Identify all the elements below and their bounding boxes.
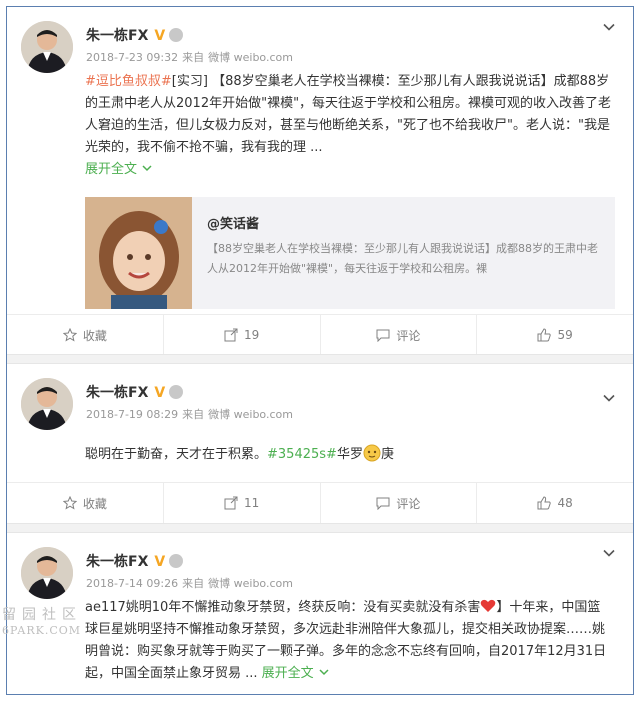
post-meta: 2018-7-23 09:32 来自 微博 weibo.com <box>86 51 293 64</box>
star-icon <box>62 496 77 510</box>
topic-link[interactable]: #35425s# <box>267 447 337 462</box>
chevron-down-icon <box>319 669 329 676</box>
verified-icon: V <box>154 385 166 401</box>
chevron-down-icon[interactable] <box>603 21 615 33</box>
member-icon <box>169 385 184 399</box>
post-source: 微博 weibo.com <box>208 51 293 64</box>
topic-link[interactable]: #逗比鱼叔叔# <box>85 74 172 89</box>
repost-button[interactable]: 11 <box>164 483 321 523</box>
thumbs-up-icon <box>537 328 552 342</box>
post-1: 朱一栋FX V 2018-7-23 09:32 来自 微博 weibo.com #逗比… <box>7 7 633 355</box>
post-actions: 收藏 19 评论 59 <box>7 314 633 355</box>
repost-icon <box>224 328 238 342</box>
emoji-icon <box>363 444 381 462</box>
card-text: 【88岁空巢老人在学校当裸模：至少那儿有人跟我说说话】成都88岁的王肃中老人从2… <box>207 242 598 275</box>
post-date[interactable]: 2018-7-14 09:26 <box>86 577 178 590</box>
favorite-button[interactable]: 收藏 <box>7 315 164 355</box>
verified-icon: V <box>154 28 166 44</box>
avatar[interactable] <box>21 21 73 73</box>
member-icon <box>169 554 184 568</box>
post-date[interactable]: 2018-7-23 09:32 <box>86 51 178 64</box>
verified-icon: V <box>154 554 166 570</box>
like-button[interactable]: 48 <box>477 483 633 523</box>
repost-card[interactable]: @笑话酱 【88岁空巢老人在学校当裸模：至少那儿有人跟我说说话】成都88岁的王肃… <box>85 197 615 309</box>
author-name[interactable]: 朱一栋FX V <box>86 551 184 571</box>
post-actions: 收藏 11 评论 48 <box>7 482 633 523</box>
avatar[interactable] <box>21 378 73 430</box>
like-button[interactable]: 59 <box>477 315 633 355</box>
comment-icon <box>376 329 390 342</box>
author-name[interactable]: 朱一栋FX V <box>86 25 184 45</box>
card-thumbnail <box>85 197 192 309</box>
comment-button[interactable]: 评论 <box>321 315 478 355</box>
favorite-button[interactable]: 收藏 <box>7 483 164 523</box>
post-source: 微博 weibo.com <box>208 408 293 421</box>
chevron-down-icon[interactable] <box>603 392 615 404</box>
comment-button[interactable]: 评论 <box>321 483 478 523</box>
watermark: 留园社区 6PARK.COM <box>2 604 112 637</box>
thumbs-up-icon <box>537 496 552 510</box>
member-icon <box>169 28 184 42</box>
post-meta: 2018-7-14 09:26 来自 微博 weibo.com <box>86 577 293 590</box>
chevron-down-icon <box>142 165 152 172</box>
repost-button[interactable]: 19 <box>164 315 321 355</box>
post-meta: 2018-7-19 08:29 来自 微博 weibo.com <box>86 408 293 421</box>
author-name[interactable]: 朱一栋FX V <box>86 382 184 402</box>
weibo-feed: 朱一栋FX V 2018-7-23 09:32 来自 微博 weibo.com #逗比… <box>6 6 634 695</box>
expand-link[interactable]: 展开全文 <box>85 162 137 177</box>
post-source: 微博 weibo.com <box>208 577 293 590</box>
repost-icon <box>224 496 238 510</box>
post-text: ae117姚明10年不懈推动象牙禁贸，终获反响：没有买卖就没有杀害 】十年来，中国… <box>85 599 607 681</box>
expand-link[interactable]: 展开全文 <box>262 666 314 681</box>
star-icon <box>62 328 77 342</box>
watermark-site: 6PARK.COM <box>2 624 82 637</box>
avatar[interactable] <box>21 547 73 599</box>
card-author[interactable]: @笑话酱 <box>207 213 259 232</box>
chevron-down-icon[interactable] <box>603 547 615 559</box>
post-text: #逗比鱼叔叔#[实习] 【88岁空巢老人在学校当裸模：至少那儿有人跟我说说话】成… <box>85 74 612 177</box>
post-date[interactable]: 2018-7-19 08:29 <box>86 408 178 421</box>
post-text: 聪明在于勤奋，天才在于积累。#35425s#华罗庚 <box>85 444 613 466</box>
comment-icon <box>376 497 390 510</box>
red-heart-icon <box>481 599 496 612</box>
watermark-text: 留园社区 <box>2 607 82 623</box>
post-divider <box>7 523 633 533</box>
post-2: 朱一栋FX V 2018-7-19 08:29 来自 微博 weibo.com 聪明在… <box>7 364 633 523</box>
post-divider <box>7 354 633 364</box>
